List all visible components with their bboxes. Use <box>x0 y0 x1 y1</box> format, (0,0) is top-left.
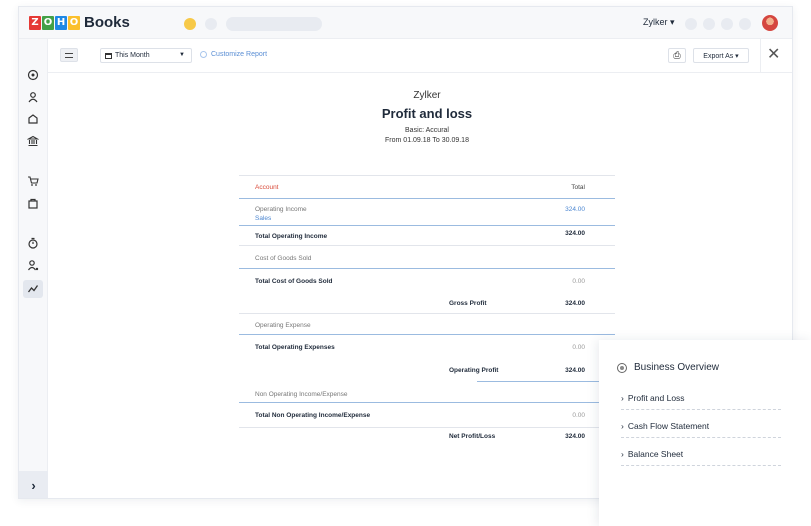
export-button[interactable]: Export As ▾ <box>693 48 749 63</box>
table-header: Account Total <box>239 175 615 199</box>
gray-status-dot <box>205 18 217 30</box>
row-value: 0.00 <box>572 344 585 351</box>
row-label: Total Cost of Goods Sold <box>255 278 333 285</box>
items-icon[interactable] <box>23 110 43 128</box>
column-account: Account <box>255 184 279 191</box>
row-label: Operating Income <box>255 206 307 213</box>
logo-letter: O <box>68 15 80 30</box>
toolbar-divider <box>760 39 761 73</box>
expand-sidebar-button[interactable]: › <box>19 471 48 498</box>
yellow-status-dot <box>184 18 196 30</box>
report-header: Zylker Profit and loss Basic: Accural Fr… <box>237 90 617 144</box>
overview-item-label: Balance Sheet <box>627 449 684 459</box>
report-basis: Basic: Accural <box>405 127 449 134</box>
row-label: Operating Profit <box>449 367 499 374</box>
table-row: Operating Income Sales 324.00 <box>239 199 615 226</box>
close-icon[interactable]: ✕ <box>767 46 780 64</box>
row-label: Non Operating Income/Expense <box>255 391 348 398</box>
user-avatar[interactable] <box>762 15 778 31</box>
business-overview-panel: Business Overview › Profit and Loss › Cash… <box>599 340 811 526</box>
overview-item-cash-flow[interactable]: › Cash Flow Statement <box>621 421 781 438</box>
overview-item-label: Cash Flow Statement <box>627 421 710 431</box>
period-label: This Month <box>115 52 150 59</box>
org-switcher[interactable]: Zylker ▾ <box>643 17 675 28</box>
report-title: Profit and loss <box>381 106 473 121</box>
row-label: Gross Profit <box>449 300 487 307</box>
customize-label: Customize Report <box>211 51 268 58</box>
accountant-icon[interactable] <box>23 256 43 274</box>
banking-icon[interactable] <box>23 132 43 150</box>
overview-icon <box>617 362 627 373</box>
report-date-range: From 01.09.18 To 30.09.18 <box>385 137 469 144</box>
settings-icon[interactable] <box>703 18 715 30</box>
overview-item-label: Profit and Loss <box>627 393 685 403</box>
overview-item-balance-sheet[interactable]: › Balance Sheet <box>621 449 781 466</box>
hamburger-menu-button[interactable] <box>60 48 78 62</box>
time-tracking-icon[interactable] <box>23 234 43 252</box>
logo-letter: H <box>55 15 67 30</box>
table-row-subtotal: Gross Profit 324.00 <box>239 292 615 314</box>
row-value: 0.00 <box>572 278 585 285</box>
menu-icon <box>65 52 73 58</box>
table-row: Cost of Goods Sold <box>239 246 615 269</box>
table-row: Non Operating Income/Expense <box>239 383 615 403</box>
period-dropdown[interactable]: This Month ▼ <box>100 48 192 63</box>
product-name: Books <box>84 14 130 31</box>
contacts-icon[interactable] <box>23 88 43 106</box>
row-value: 324.00 <box>565 230 585 237</box>
sales-icon[interactable] <box>23 172 43 190</box>
report-org: Zylker <box>413 90 441 101</box>
row-value: 324.00 <box>565 300 585 307</box>
table-row: Total Cost of Goods Sold 0.00 <box>239 269 615 292</box>
table-row: Operating Expense <box>239 314 615 335</box>
notification-icon[interactable] <box>685 18 697 30</box>
calendar-icon <box>105 52 112 59</box>
table-row-subtotal: Operating Profit 324.00 <box>239 359 615 383</box>
chevron-right-icon: › <box>621 421 624 431</box>
chevron-right-icon: › <box>621 449 624 459</box>
purchases-icon[interactable] <box>23 194 43 212</box>
top-bar: Z O H O Books Zylker ▾ <box>19 7 792 39</box>
row-label: Net Profit/Loss <box>449 433 496 440</box>
table-row: Total Non Operating Income/Expense 0.00 <box>239 403 615 427</box>
help-icon[interactable] <box>721 18 733 30</box>
row-label: Total Non Operating Income/Expense <box>255 412 371 419</box>
overview-item-profit-and-loss[interactable]: › Profit and Loss <box>621 393 781 410</box>
apps-icon[interactable] <box>739 18 751 30</box>
row-value-link[interactable]: 324.00 <box>565 206 585 213</box>
zoho-books-logo[interactable]: Z O H O Books <box>29 14 130 31</box>
printer-icon: ⎙ <box>673 50 681 60</box>
search-placeholder-bar[interactable] <box>226 17 322 31</box>
row-link-sales[interactable]: Sales <box>255 215 271 222</box>
dashboard-icon[interactable] <box>23 66 43 84</box>
chevron-right-icon: › <box>621 393 624 403</box>
row-value: 324.00 <box>565 367 585 374</box>
left-sidebar: › <box>19 39 48 498</box>
table-row-total: Net Profit/Loss 324.00 <box>239 427 615 447</box>
report-toolbar: This Month ▼ Customize Report ⎙ Export A… <box>48 39 792 73</box>
logo-letter: O <box>42 15 54 30</box>
gear-icon <box>200 51 207 58</box>
subtotal-underline <box>477 381 615 382</box>
row-label: Total Operating Expenses <box>255 344 335 351</box>
report-table: Account Total Operating Income Sales 324… <box>239 175 615 447</box>
row-label: Operating Expense <box>255 322 311 329</box>
print-button[interactable]: ⎙ <box>668 48 686 63</box>
reports-icon[interactable] <box>23 280 43 298</box>
row-label: Cost of Goods Sold <box>255 255 312 262</box>
table-row: Total Operating Income 324.00 <box>239 226 615 246</box>
column-total: Total <box>571 184 585 191</box>
overview-title: Business Overview <box>617 362 719 373</box>
logo-letter: Z <box>29 15 41 30</box>
row-value: 324.00 <box>565 433 585 440</box>
table-row: Total Operating Expenses 0.00 <box>239 335 615 359</box>
row-label: Total Operating Income <box>255 233 328 240</box>
overview-title-label: Business Overview <box>634 362 720 373</box>
customize-report-link[interactable]: Customize Report <box>200 51 267 58</box>
caret-down-icon: ▼ <box>179 52 185 58</box>
row-value: 0.00 <box>572 412 585 419</box>
